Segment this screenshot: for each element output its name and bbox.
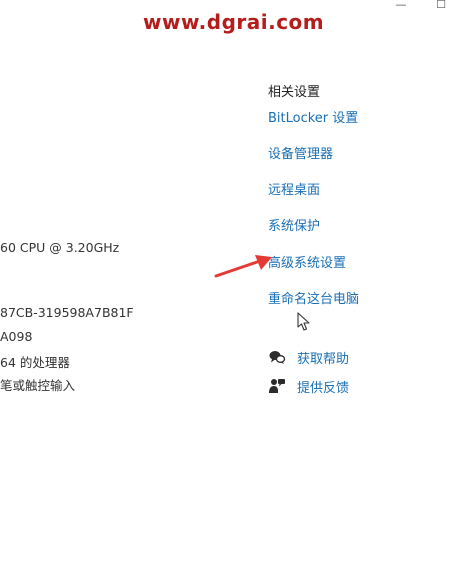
bitlocker-settings-link[interactable]: BitLocker 设置 — [268, 107, 358, 126]
mouse-pointer-icon — [297, 312, 310, 331]
device-manager-link[interactable]: 设备管理器 — [268, 143, 333, 162]
system-type-value: 64 的处理器 — [0, 355, 70, 370]
give-feedback-label: 提供反馈 — [297, 380, 350, 396]
maximize-button[interactable]: ☐ — [432, 0, 450, 12]
product-id-value: A098 — [0, 329, 33, 344]
system-protection-link[interactable]: 系统保护 — [268, 215, 320, 234]
annotation-arrow-icon — [214, 255, 272, 278]
rename-this-pc-link[interactable]: 重命名这台电脑 — [268, 288, 359, 307]
remote-desktop-link[interactable]: 远程桌面 — [268, 179, 320, 198]
watermark: www.dgrai.com — [143, 10, 325, 34]
give-feedback-row[interactable]: 提供反馈 — [268, 377, 350, 396]
minimize-button[interactable]: — — [392, 0, 410, 12]
processor-value: 60 CPU @ 3.20GHz — [0, 240, 120, 255]
pen-touch-value: 笔或触控输入 — [0, 378, 76, 393]
feedback-icon — [269, 379, 285, 393]
get-help-icon — [269, 351, 286, 364]
related-settings-heading: 相关设置 — [268, 85, 321, 100]
device-id-value: 87CB-319598A7B81F — [0, 305, 134, 320]
get-help-row[interactable]: 获取帮助 — [268, 348, 350, 367]
advanced-system-settings-link[interactable]: 高级系统设置 — [268, 252, 346, 271]
get-help-label: 获取帮助 — [297, 351, 350, 367]
